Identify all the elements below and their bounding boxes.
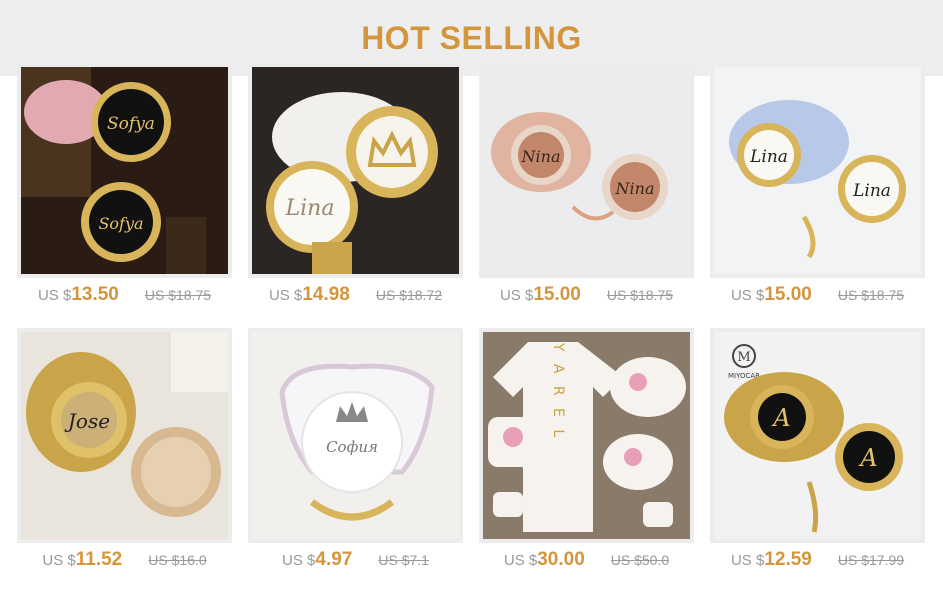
engraving-text: A bbox=[771, 404, 790, 432]
price-row: US $11.52 US $16.0 bbox=[17, 549, 232, 579]
price-value: 11.52 bbox=[75, 549, 123, 570]
current-price: US $15.00 bbox=[500, 284, 581, 306]
product-image[interactable]: Lina bbox=[252, 67, 459, 274]
price-row: US $4.97 US $7.1 bbox=[248, 549, 463, 579]
product-image[interactable]: Y A R E L bbox=[483, 332, 690, 539]
current-price: US $12.59 bbox=[731, 549, 812, 571]
price-row: US $12.59 US $17.99 bbox=[710, 549, 925, 579]
engraving-text: Lina bbox=[852, 181, 891, 201]
current-price: US $15.00 bbox=[731, 284, 812, 306]
engraving-text: Jose bbox=[64, 409, 110, 433]
current-price: US $4.97 bbox=[282, 549, 352, 571]
product-card[interactable]: Nina Nina US $15.00 US $18.75 bbox=[479, 63, 694, 325]
original-price: US $17.99 bbox=[837, 552, 905, 568]
original-price: US $18.75 bbox=[144, 287, 212, 303]
product-image-frame[interactable]: Lina Lina bbox=[710, 63, 925, 278]
product-card[interactable]: Lina Lina US $15.00 US $18.75 bbox=[710, 63, 925, 325]
currency-label: US $ bbox=[42, 552, 76, 569]
product-image-frame[interactable]: Jose bbox=[17, 328, 232, 543]
product-card[interactable]: Y A R E L US $30.00 US $50.0 bbox=[479, 328, 694, 590]
engraving-text: A bbox=[858, 444, 877, 472]
engraving-text: Lina bbox=[749, 147, 788, 167]
current-price: US $14.98 bbox=[269, 284, 350, 306]
product-image[interactable]: Nina Nina bbox=[483, 67, 690, 274]
price-value: 30.00 bbox=[537, 549, 585, 570]
current-price: US $30.00 bbox=[504, 549, 585, 571]
price-row: US $13.50 US $18.75 bbox=[17, 284, 232, 314]
engraving-text: Nina bbox=[521, 147, 561, 166]
product-card[interactable]: M MIYOCAR A A US $12.59 US $17.99 bbox=[710, 328, 925, 590]
currency-label: US $ bbox=[282, 552, 316, 569]
price-value: 15.00 bbox=[533, 284, 581, 305]
price-value: 4.97 bbox=[315, 549, 353, 570]
engraving-text: Софuя bbox=[326, 438, 378, 456]
current-price: US $11.52 bbox=[42, 549, 122, 571]
garment-text: Y A R E L bbox=[550, 342, 566, 441]
price-row: US $15.00 US $18.75 bbox=[710, 284, 925, 314]
original-price: US $18.75 bbox=[837, 287, 905, 303]
price-row: US $15.00 US $18.75 bbox=[479, 284, 694, 314]
logo-mark: M bbox=[737, 350, 750, 365]
price-row: US $14.98 US $18.72 bbox=[248, 284, 463, 314]
product-image[interactable]: Sofya Sofya bbox=[21, 67, 228, 274]
product-image-frame[interactable]: Sofya Sofya bbox=[17, 63, 232, 278]
currency-label: US $ bbox=[730, 552, 765, 569]
price-row: US $30.00 US $50.0 bbox=[479, 549, 694, 579]
engraving-text: Sofya bbox=[107, 114, 155, 134]
product-image[interactable]: Софuя bbox=[252, 332, 459, 539]
product-image[interactable]: Lina Lina bbox=[714, 67, 921, 274]
engraving-text: Nina bbox=[615, 179, 655, 198]
product-image-frame[interactable]: Lina bbox=[248, 63, 463, 278]
product-image-frame[interactable]: Y A R E L bbox=[479, 328, 694, 543]
product-grid: Sofya Sofya US $13.50 US $18.75 Lina US … bbox=[0, 0, 943, 594]
original-price: US $18.75 bbox=[606, 287, 674, 303]
original-price: US $16.0 bbox=[148, 552, 207, 568]
product-image[interactable]: M MIYOCAR A A bbox=[714, 332, 921, 539]
product-card[interactable]: Jose US $11.52 US $16.0 bbox=[17, 328, 232, 590]
currency-label: US $ bbox=[503, 552, 538, 569]
engraving-text: Sofya bbox=[98, 214, 143, 233]
product-image-frame[interactable]: Nina Nina bbox=[479, 63, 694, 278]
currency-label: US $ bbox=[499, 287, 534, 304]
original-price: US $50.0 bbox=[610, 552, 670, 568]
currency-label: US $ bbox=[268, 287, 303, 304]
original-price: US $18.72 bbox=[375, 287, 443, 303]
price-value: 15.00 bbox=[764, 284, 812, 305]
original-price: US $7.1 bbox=[378, 552, 429, 568]
price-value: 13.50 bbox=[71, 284, 119, 305]
product-card[interactable]: Софuя US $4.97 US $7.1 bbox=[248, 328, 463, 590]
product-card[interactable]: Lina US $14.98 US $18.72 bbox=[248, 63, 463, 325]
product-image-frame[interactable]: Софuя bbox=[248, 328, 463, 543]
currency-label: US $ bbox=[730, 287, 765, 304]
current-price: US $13.50 bbox=[38, 284, 119, 306]
price-value: 14.98 bbox=[302, 284, 350, 305]
price-value: 12.59 bbox=[764, 549, 812, 570]
product-image-frame[interactable]: M MIYOCAR A A bbox=[710, 328, 925, 543]
product-card[interactable]: Sofya Sofya US $13.50 US $18.75 bbox=[17, 63, 232, 325]
engraving-text: Lina bbox=[285, 196, 335, 221]
currency-label: US $ bbox=[37, 287, 72, 304]
product-image[interactable]: Jose bbox=[21, 332, 228, 539]
